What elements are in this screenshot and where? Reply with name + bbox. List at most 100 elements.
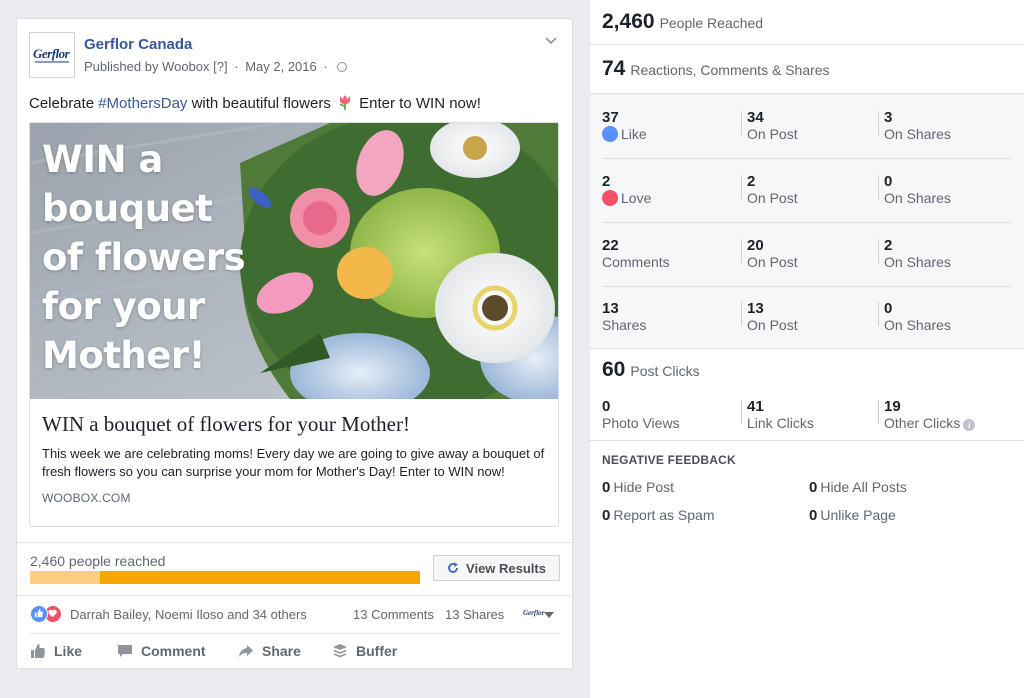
on-shares-label: On Shares	[884, 126, 951, 142]
published-by[interactable]: Published by Woobox	[84, 59, 210, 74]
link-preview[interactable]: WIN a bouquet of flowers for your Mother…	[29, 122, 559, 527]
love-total: 2 Love	[602, 173, 651, 207]
post-text-start: Celebrate	[29, 95, 99, 112]
divider-2	[17, 595, 572, 596]
caret-down-icon[interactable]	[544, 612, 554, 618]
people-reached-stat: 2,460 People Reached	[602, 10, 763, 34]
like-total: 37 Like	[602, 109, 647, 143]
column-divider	[741, 400, 742, 424]
on-post-label: On Post	[747, 254, 798, 270]
post-clicks-stat: 60 Post Clicks	[602, 358, 700, 382]
other-clicks-value: 19	[884, 398, 901, 415]
column-divider	[878, 302, 879, 326]
audience-icon[interactable]	[337, 62, 348, 72]
post-date[interactable]: May 2, 2016	[245, 59, 317, 74]
like-total-label: Like	[602, 126, 647, 143]
page-voice-logo[interactable]: Gerflor	[523, 609, 544, 617]
other-clicks: 19 Other Clicks i	[878, 398, 976, 432]
link-clicks-label: Link Clicks	[747, 415, 814, 431]
reactions-breakdown: 37 Like 34 On Post 3 On Shares 2 Love 2 …	[590, 93, 1024, 349]
share-label: Share	[262, 643, 301, 659]
reaction-icons[interactable]	[30, 605, 66, 623]
shares-on-shares-value: 0	[884, 300, 893, 317]
on-shares-label: On Shares	[884, 254, 951, 270]
comments-count[interactable]: 13 Comments	[353, 607, 434, 622]
hide-all-posts-label: Hide All Posts	[820, 479, 907, 495]
like-on-post: 34 On Post	[741, 109, 798, 143]
love-total-label: Love	[602, 190, 651, 207]
comments-total-label: Comments	[602, 254, 670, 270]
like-total-value: 37	[602, 109, 619, 126]
love-on-shares-value: 0	[884, 173, 893, 190]
column-divider	[741, 302, 742, 326]
link-clicks-value: 41	[747, 398, 764, 415]
people-reached-value: 2,460	[602, 10, 655, 33]
post-clicks-value: 60	[602, 358, 626, 381]
divider	[17, 542, 572, 543]
comment-button[interactable]: Comment	[117, 643, 206, 659]
column-divider	[878, 239, 879, 263]
help-marker[interactable]: [?]	[213, 59, 227, 74]
link-domain: WOOBOX.COM	[42, 491, 131, 505]
view-results-label: View Results	[466, 560, 546, 576]
chevron-down-icon[interactable]	[544, 36, 558, 46]
love-on-shares: 0 On Shares	[878, 173, 951, 207]
link-description: This week we are celebrating moms! Every…	[42, 446, 545, 479]
meta-separator-2: ·	[323, 59, 328, 74]
hide-all-posts-stat: 0 Hide All Posts	[809, 479, 907, 496]
like-reaction-icon	[30, 605, 48, 623]
comments-on-shares: 2 On Shares	[878, 237, 951, 271]
shares-count[interactable]: 13 Shares	[445, 607, 504, 622]
view-results-button[interactable]: View Results	[433, 555, 560, 581]
hashtag-link[interactable]: #MothersDay	[98, 95, 187, 112]
comments-total-value: 22	[602, 237, 619, 254]
column-divider	[878, 111, 879, 135]
info-icon[interactable]: i	[963, 419, 976, 431]
shares-total: 13 Shares	[602, 300, 646, 334]
on-post-label: On Post	[747, 190, 798, 206]
link-card-body[interactable]: WIN a bouquet of flowers for your Mother…	[30, 399, 558, 526]
reactors-names[interactable]: Darrah Bailey, Noemi Iloso and 34 others	[70, 607, 307, 622]
panel-divider	[590, 44, 1024, 45]
unlike-page-label: Unlike Page	[820, 507, 896, 523]
love-total-value: 2	[602, 173, 611, 190]
photo-views-label: Photo Views	[602, 415, 680, 431]
post-text-end: Enter to WIN now!	[355, 95, 481, 112]
page-avatar[interactable]: Gerflor	[29, 32, 75, 78]
shares-total-value: 13	[602, 300, 619, 317]
panel-divider-2	[590, 440, 1024, 441]
love-on-post-value: 2	[747, 173, 756, 190]
people-reached-label: People Reached	[659, 15, 764, 31]
report-spam-label: Report as Spam	[613, 507, 715, 523]
page-name-link[interactable]: Gerflor Canada	[84, 36, 192, 53]
post-meta: Published by Woobox [?] · May 2, 2016 ·	[84, 59, 348, 74]
share-button[interactable]: Share	[238, 643, 301, 659]
comments-on-shares-value: 2	[884, 237, 893, 254]
like-on-post-value: 34	[747, 109, 764, 126]
tulip-icon	[339, 95, 350, 110]
comments-total: 22 Comments	[602, 237, 670, 271]
engagement-stat: 74 Reactions, Comments & Shares	[602, 57, 830, 81]
link-title[interactable]: WIN a bouquet of flowers for your Mother…	[42, 411, 546, 437]
other-clicks-label: Other Clicks	[884, 415, 961, 431]
reaction-summary: Darrah Bailey, Noemi Iloso and 34 others…	[30, 605, 559, 625]
promo-image[interactable]: WIN a bouquet of flowers for your Mother…	[30, 123, 558, 399]
unlike-page-stat: 0 Unlike Page	[809, 507, 896, 524]
row-divider	[602, 158, 1012, 159]
like-icon	[602, 126, 618, 142]
like-on-shares-value: 3	[884, 109, 893, 126]
post-insights-panel: 2,460 People Reached 74 Reactions, Comment…	[590, 0, 1024, 698]
column-divider	[741, 175, 742, 199]
engagement-label: Reactions, Comments & Shares	[630, 62, 830, 78]
thumbs-up-icon	[31, 644, 45, 658]
buffer-button[interactable]: Buffer	[332, 643, 397, 659]
post-text-middle: with beautiful flowers	[187, 95, 331, 112]
love-on-post: 2 On Post	[741, 173, 798, 207]
hide-post-label: Hide Post	[613, 479, 675, 495]
hide-all-posts-value: 0	[809, 479, 818, 496]
comments-on-post: 20 On Post	[741, 237, 798, 271]
photo-views-value: 0	[602, 398, 611, 415]
photo-views: 0 Photo Views	[602, 398, 680, 432]
like-button[interactable]: Like	[30, 643, 82, 659]
post-header: Gerflor Gerflor Canada Published by Woob…	[29, 32, 560, 80]
